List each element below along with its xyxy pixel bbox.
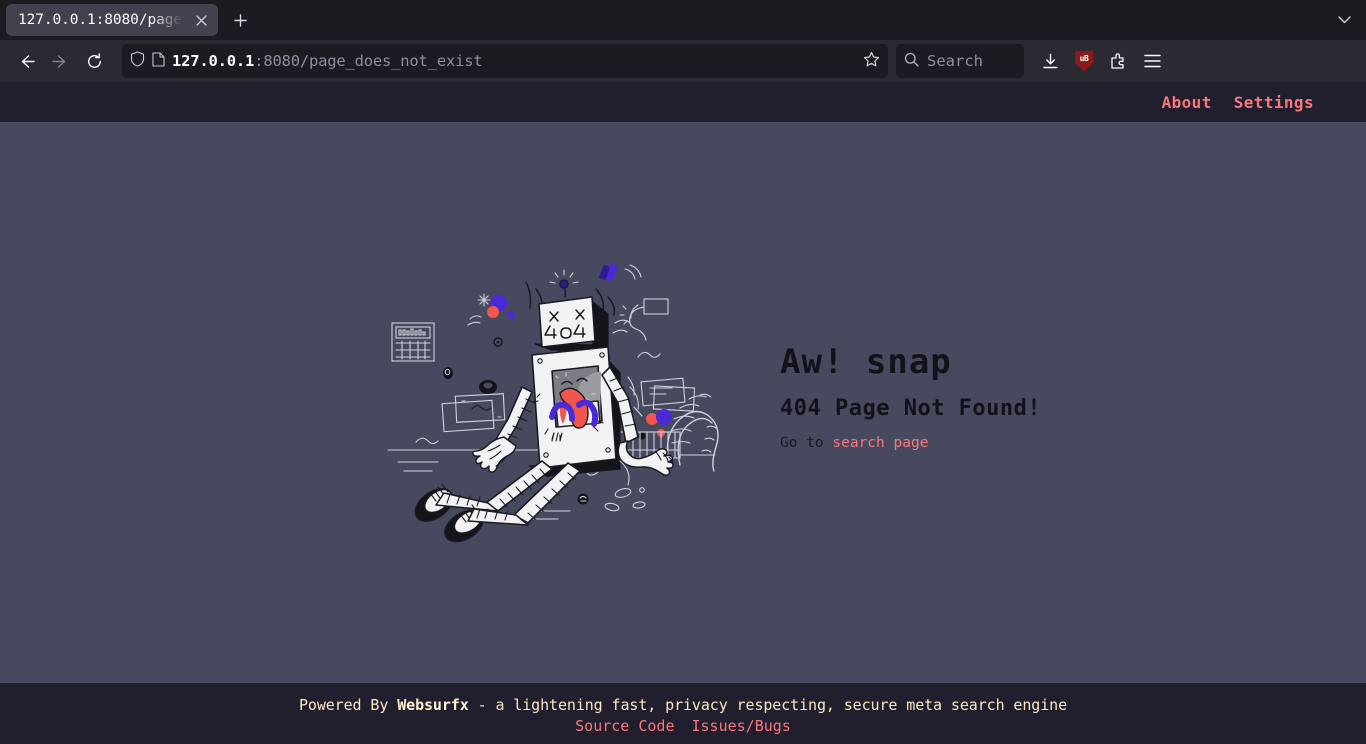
footer-tagline-text: - a lightening fast, privacy respecting,… bbox=[468, 696, 1068, 714]
error-go-to-line: Go to search page bbox=[780, 435, 1041, 451]
arrow-right-icon bbox=[44, 45, 76, 77]
toolbar-right-actions: uB bbox=[1034, 45, 1168, 77]
star-icon[interactable] bbox=[863, 51, 880, 72]
search-box[interactable]: Search bbox=[896, 44, 1024, 78]
error-subheading: 404 Page Not Found! bbox=[780, 396, 1042, 421]
broken-robot-404-illustration: .ln { stroke:#cfd2de; stroke-width:1.4; … bbox=[380, 247, 730, 547]
browser-window: 127.0.0.1:8080/page_d 127.0.0.1:8080/pag… bbox=[0, 0, 1366, 744]
footer-link-source-code[interactable]: Source Code bbox=[575, 717, 674, 735]
search-page-link[interactable]: search page bbox=[832, 435, 928, 451]
go-to-prefix: Go to bbox=[780, 435, 833, 451]
ublock-shield-icon[interactable]: uB bbox=[1068, 45, 1100, 77]
address-bar[interactable]: 127.0.0.1:8080/page_does_not_exist bbox=[122, 44, 888, 78]
site-footer: Powered By Websurfx - a lightening fast,… bbox=[0, 683, 1366, 744]
extensions-icon[interactable] bbox=[1102, 45, 1134, 77]
reload-icon[interactable] bbox=[78, 45, 110, 77]
shield-icon[interactable] bbox=[130, 51, 145, 71]
url-path: :8080/page_does_not_exist bbox=[254, 52, 483, 70]
hamburger-menu-icon[interactable] bbox=[1136, 45, 1168, 77]
footer-powered-prefix: Powered By bbox=[298, 696, 398, 714]
tab-strip: 127.0.0.1:8080/page_d bbox=[0, 0, 1366, 40]
url-host: 127.0.0.1 bbox=[172, 52, 255, 70]
footer-tagline: Powered By Websurfx - a lightening fast,… bbox=[299, 696, 1067, 714]
document-icon[interactable] bbox=[152, 51, 165, 71]
error-content: .ln { stroke:#cfd2de; stroke-width:1.4; … bbox=[0, 122, 1366, 683]
page-content: About Settings .ln { stroke:#cfd2de; str… bbox=[0, 82, 1366, 744]
error-heading: Aw! snap bbox=[780, 342, 952, 382]
footer-links: Source Code Issues/Bugs bbox=[575, 717, 791, 735]
error-text-block: Aw! snap 404 Page Not Found! Go to searc… bbox=[780, 342, 1041, 451]
search-icon bbox=[904, 52, 919, 71]
chevron-down-icon[interactable] bbox=[1328, 4, 1360, 36]
site-nav: About Settings bbox=[0, 82, 1366, 122]
address-bar-url: 127.0.0.1:8080/page_does_not_exist bbox=[172, 52, 856, 70]
nav-link-about[interactable]: About bbox=[1162, 93, 1212, 112]
footer-link-issues-bugs[interactable]: Issues/Bugs bbox=[692, 717, 791, 735]
nav-link-settings[interactable]: Settings bbox=[1234, 93, 1314, 112]
footer-brand: Websurfx bbox=[397, 696, 469, 714]
tab-title: 127.0.0.1:8080/page_d bbox=[18, 12, 188, 28]
browser-toolbar: 127.0.0.1:8080/page_does_not_exist Searc… bbox=[0, 40, 1366, 82]
search-placeholder: Search bbox=[927, 52, 983, 70]
ublock-badge: uB bbox=[1074, 50, 1094, 72]
new-tab-button[interactable] bbox=[224, 4, 256, 36]
download-icon[interactable] bbox=[1034, 45, 1066, 77]
browser-tab[interactable]: 127.0.0.1:8080/page_d bbox=[6, 4, 218, 36]
arrow-left-icon[interactable] bbox=[10, 45, 42, 77]
close-icon[interactable] bbox=[192, 11, 210, 29]
